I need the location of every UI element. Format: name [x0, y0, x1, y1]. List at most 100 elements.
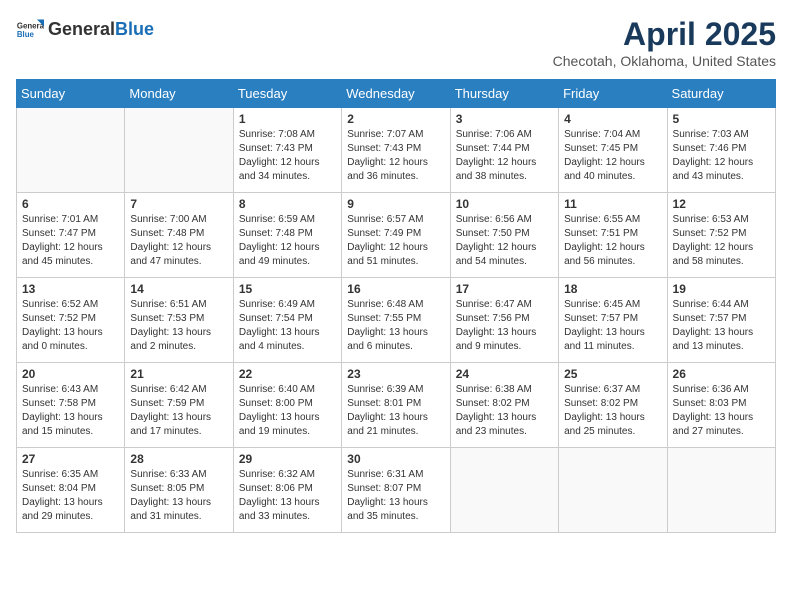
calendar-cell: 13 Sunrise: 6:52 AMSunset: 7:52 PMDaylig… — [17, 278, 125, 363]
day-number: 21 — [130, 367, 227, 381]
logo-blue-text: Blue — [115, 19, 154, 39]
day-info: Sunrise: 6:33 AMSunset: 8:05 PMDaylight:… — [130, 468, 227, 524]
day-info: Sunrise: 7:08 AMSunset: 7:43 PMDaylight:… — [239, 128, 336, 184]
week-row-3: 13 Sunrise: 6:52 AMSunset: 7:52 PMDaylig… — [17, 278, 776, 363]
svg-text:Blue: Blue — [17, 30, 35, 39]
day-number: 29 — [239, 452, 336, 466]
calendar-table: SundayMondayTuesdayWednesdayThursdayFrid… — [16, 79, 776, 533]
calendar-cell: 22 Sunrise: 6:40 AMSunset: 8:00 PMDaylig… — [233, 363, 341, 448]
calendar-cell: 10 Sunrise: 6:56 AMSunset: 7:50 PMDaylig… — [450, 193, 558, 278]
week-row-5: 27 Sunrise: 6:35 AMSunset: 8:04 PMDaylig… — [17, 448, 776, 533]
day-header-monday: Monday — [125, 80, 233, 108]
calendar-cell: 19 Sunrise: 6:44 AMSunset: 7:57 PMDaylig… — [667, 278, 775, 363]
day-info: Sunrise: 6:52 AMSunset: 7:52 PMDaylight:… — [22, 298, 119, 354]
day-info: Sunrise: 6:56 AMSunset: 7:50 PMDaylight:… — [456, 213, 553, 269]
day-number: 14 — [130, 282, 227, 296]
day-info: Sunrise: 7:01 AMSunset: 7:47 PMDaylight:… — [22, 213, 119, 269]
week-row-1: 1 Sunrise: 7:08 AMSunset: 7:43 PMDayligh… — [17, 108, 776, 193]
week-row-2: 6 Sunrise: 7:01 AMSunset: 7:47 PMDayligh… — [17, 193, 776, 278]
calendar-cell: 1 Sunrise: 7:08 AMSunset: 7:43 PMDayligh… — [233, 108, 341, 193]
day-info: Sunrise: 6:47 AMSunset: 7:56 PMDaylight:… — [456, 298, 553, 354]
day-info: Sunrise: 7:04 AMSunset: 7:45 PMDaylight:… — [564, 128, 661, 184]
main-title: April 2025 — [553, 16, 776, 53]
day-number: 8 — [239, 197, 336, 211]
calendar-cell: 9 Sunrise: 6:57 AMSunset: 7:49 PMDayligh… — [342, 193, 450, 278]
day-header-saturday: Saturday — [667, 80, 775, 108]
calendar-cell: 27 Sunrise: 6:35 AMSunset: 8:04 PMDaylig… — [17, 448, 125, 533]
calendar-cell — [17, 108, 125, 193]
page-header: General Blue GeneralBlue April 2025 Chec… — [16, 16, 776, 69]
day-number: 20 — [22, 367, 119, 381]
logo: General Blue GeneralBlue — [16, 16, 154, 44]
day-number: 28 — [130, 452, 227, 466]
calendar-cell: 15 Sunrise: 6:49 AMSunset: 7:54 PMDaylig… — [233, 278, 341, 363]
day-info: Sunrise: 7:07 AMSunset: 7:43 PMDaylight:… — [347, 128, 444, 184]
calendar-cell: 3 Sunrise: 7:06 AMSunset: 7:44 PMDayligh… — [450, 108, 558, 193]
day-info: Sunrise: 6:35 AMSunset: 8:04 PMDaylight:… — [22, 468, 119, 524]
day-info: Sunrise: 6:44 AMSunset: 7:57 PMDaylight:… — [673, 298, 770, 354]
day-number: 1 — [239, 112, 336, 126]
calendar-cell — [125, 108, 233, 193]
calendar-cell: 26 Sunrise: 6:36 AMSunset: 8:03 PMDaylig… — [667, 363, 775, 448]
day-info: Sunrise: 6:32 AMSunset: 8:06 PMDaylight:… — [239, 468, 336, 524]
calendar-cell: 30 Sunrise: 6:31 AMSunset: 8:07 PMDaylig… — [342, 448, 450, 533]
calendar-cell: 4 Sunrise: 7:04 AMSunset: 7:45 PMDayligh… — [559, 108, 667, 193]
day-number: 23 — [347, 367, 444, 381]
day-info: Sunrise: 6:48 AMSunset: 7:55 PMDaylight:… — [347, 298, 444, 354]
day-number: 26 — [673, 367, 770, 381]
day-number: 13 — [22, 282, 119, 296]
day-number: 9 — [347, 197, 444, 211]
calendar-cell: 21 Sunrise: 6:42 AMSunset: 7:59 PMDaylig… — [125, 363, 233, 448]
day-info: Sunrise: 6:38 AMSunset: 8:02 PMDaylight:… — [456, 383, 553, 439]
calendar-cell: 2 Sunrise: 7:07 AMSunset: 7:43 PMDayligh… — [342, 108, 450, 193]
day-info: Sunrise: 6:43 AMSunset: 7:58 PMDaylight:… — [22, 383, 119, 439]
day-info: Sunrise: 6:31 AMSunset: 8:07 PMDaylight:… — [347, 468, 444, 524]
subtitle: Checotah, Oklahoma, United States — [553, 53, 776, 69]
day-number: 3 — [456, 112, 553, 126]
calendar-cell — [667, 448, 775, 533]
day-info: Sunrise: 6:40 AMSunset: 8:00 PMDaylight:… — [239, 383, 336, 439]
day-info: Sunrise: 7:00 AMSunset: 7:48 PMDaylight:… — [130, 213, 227, 269]
day-header-wednesday: Wednesday — [342, 80, 450, 108]
day-info: Sunrise: 7:06 AMSunset: 7:44 PMDaylight:… — [456, 128, 553, 184]
calendar-header-row: SundayMondayTuesdayWednesdayThursdayFrid… — [17, 80, 776, 108]
logo-general-text: General — [48, 19, 115, 39]
calendar-cell: 12 Sunrise: 6:53 AMSunset: 7:52 PMDaylig… — [667, 193, 775, 278]
calendar-cell: 5 Sunrise: 7:03 AMSunset: 7:46 PMDayligh… — [667, 108, 775, 193]
day-header-sunday: Sunday — [17, 80, 125, 108]
day-number: 30 — [347, 452, 444, 466]
week-row-4: 20 Sunrise: 6:43 AMSunset: 7:58 PMDaylig… — [17, 363, 776, 448]
day-info: Sunrise: 6:53 AMSunset: 7:52 PMDaylight:… — [673, 213, 770, 269]
calendar-cell: 18 Sunrise: 6:45 AMSunset: 7:57 PMDaylig… — [559, 278, 667, 363]
day-number: 16 — [347, 282, 444, 296]
calendar-cell — [450, 448, 558, 533]
day-info: Sunrise: 6:42 AMSunset: 7:59 PMDaylight:… — [130, 383, 227, 439]
day-number: 18 — [564, 282, 661, 296]
day-number: 24 — [456, 367, 553, 381]
day-header-friday: Friday — [559, 80, 667, 108]
calendar-cell: 23 Sunrise: 6:39 AMSunset: 8:01 PMDaylig… — [342, 363, 450, 448]
day-header-thursday: Thursday — [450, 80, 558, 108]
calendar-cell: 20 Sunrise: 6:43 AMSunset: 7:58 PMDaylig… — [17, 363, 125, 448]
day-number: 12 — [673, 197, 770, 211]
day-info: Sunrise: 6:51 AMSunset: 7:53 PMDaylight:… — [130, 298, 227, 354]
title-block: April 2025 Checotah, Oklahoma, United St… — [553, 16, 776, 69]
day-header-tuesday: Tuesday — [233, 80, 341, 108]
logo-icon: General Blue — [16, 16, 44, 44]
calendar-cell: 24 Sunrise: 6:38 AMSunset: 8:02 PMDaylig… — [450, 363, 558, 448]
day-number: 22 — [239, 367, 336, 381]
day-number: 17 — [456, 282, 553, 296]
day-number: 5 — [673, 112, 770, 126]
day-number: 2 — [347, 112, 444, 126]
day-info: Sunrise: 6:55 AMSunset: 7:51 PMDaylight:… — [564, 213, 661, 269]
calendar-cell: 8 Sunrise: 6:59 AMSunset: 7:48 PMDayligh… — [233, 193, 341, 278]
calendar-cell: 7 Sunrise: 7:00 AMSunset: 7:48 PMDayligh… — [125, 193, 233, 278]
day-number: 6 — [22, 197, 119, 211]
day-number: 15 — [239, 282, 336, 296]
calendar-cell: 14 Sunrise: 6:51 AMSunset: 7:53 PMDaylig… — [125, 278, 233, 363]
day-info: Sunrise: 6:37 AMSunset: 8:02 PMDaylight:… — [564, 383, 661, 439]
day-info: Sunrise: 6:59 AMSunset: 7:48 PMDaylight:… — [239, 213, 336, 269]
day-number: 27 — [22, 452, 119, 466]
day-number: 25 — [564, 367, 661, 381]
svg-text:General: General — [17, 21, 44, 30]
